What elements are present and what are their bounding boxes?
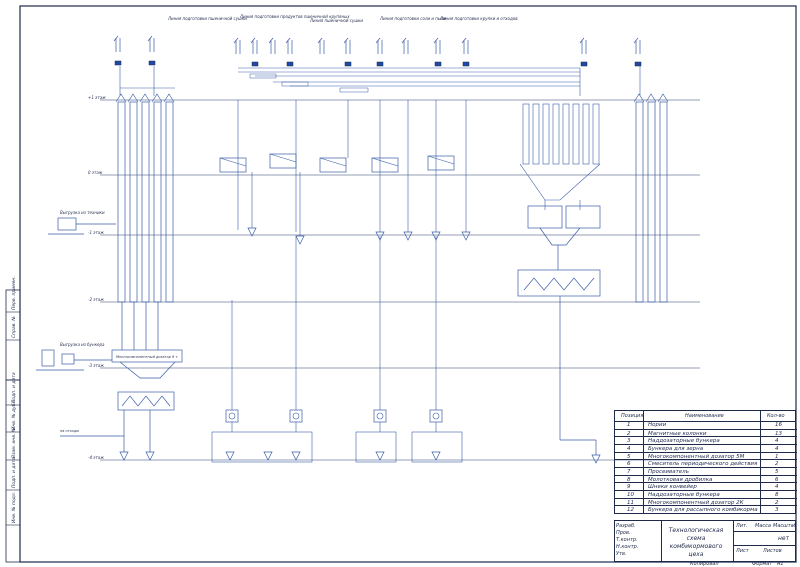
margin-label-2: Подп. и дата	[11, 372, 17, 403]
tb-format: Формат	[752, 561, 773, 567]
note-waste: на отходы	[60, 429, 79, 433]
bin-group-right	[519, 103, 601, 210]
tb-copied: Копировал	[690, 561, 719, 567]
tb-role-2: Т.контр.	[616, 537, 638, 543]
spec-row: 12 Бункера для рассыпного комбикорма 3	[615, 505, 797, 514]
tb-role-4: Утв.	[616, 551, 627, 557]
spec-rows: 1 Нории 16 2 Магнитные колонки 13 3 Наддозаторн…	[615, 421, 797, 514]
tb-role-3: Н.контр.	[616, 544, 639, 550]
tb-scale-value: нет	[778, 535, 790, 542]
floor-label-5: -4 этаж	[88, 455, 104, 460]
note-bin: Выгрузка из бункера	[60, 342, 105, 347]
mixer-6	[517, 269, 601, 464]
margin-label-5: Подп. и дата	[11, 457, 17, 488]
floor-label-1: 0 этаж	[88, 170, 103, 175]
tb-left: Разраб. Пров. Т.контр. Н.контр. Утв.	[614, 520, 662, 562]
spec-name: Нории	[648, 422, 667, 428]
tb-divider	[733, 521, 734, 561]
tb-role-1: Пров.	[616, 530, 631, 536]
doser-11	[527, 205, 601, 270]
line-caption-1: Линия подготовки пшеничной сушки	[167, 16, 247, 21]
tb-divider	[733, 531, 795, 532]
floor-label-2: -1 этаж	[88, 230, 104, 235]
floor-label-4: -3 этаж	[88, 363, 104, 368]
bin-far-right-tops	[633, 93, 669, 103]
note-doser: Многокомпонентный дозатор 9 т	[116, 355, 178, 359]
bin-tops	[115, 93, 175, 103]
bin-group-far-right	[635, 101, 668, 303]
note-truck: Выгрузка из техники	[60, 210, 105, 215]
line-caption-4: Линия подготовки соли и пыли	[379, 16, 447, 21]
spec-header-pos: Позиция	[621, 413, 644, 419]
spec-table: Позиция Наименование Кол-во 1 Нории 16 2 Маг…	[614, 410, 797, 514]
cones	[247, 227, 471, 245]
magnetic-columns	[114, 60, 642, 67]
bottom-cones	[225, 451, 441, 461]
line-caption-5: Линия подготовки крупки и отходов	[439, 16, 518, 21]
floor-label-3: -2 этаж	[88, 297, 104, 302]
floor-lines	[100, 99, 700, 461]
line-caption-3: Линия пшеничной сушки	[309, 18, 363, 23]
margin-label-1: Справ. №	[11, 316, 17, 338]
truck-intake-icon	[48, 217, 116, 235]
left-chain-cones	[119, 451, 155, 461]
tb-sheets: Листов	[763, 548, 782, 554]
dist-box	[339, 87, 369, 93]
margin-label-4: Взам. инв. №	[11, 427, 17, 458]
spec-header-name: Наименование	[685, 413, 724, 419]
grinder-frames	[211, 431, 463, 463]
dist-box	[281, 81, 309, 87]
spec-pos: 12	[627, 507, 634, 514]
conveying-lines	[119, 66, 641, 96]
grinders	[225, 409, 443, 433]
spec-header-qty: Кол-во	[767, 413, 785, 419]
margin-label-0: Перв. примен.	[11, 276, 17, 310]
sieves	[219, 153, 455, 173]
sieve-downpipes	[231, 100, 467, 410]
spec-qty: 3	[775, 507, 779, 514]
tb-lit: Лит.	[736, 523, 748, 529]
spec-row: 1 Нории 16	[615, 421, 797, 429]
margin-label-3: Инв. № дубл.	[11, 399, 17, 430]
spec-name: Бункера для рассыпного комбикорма	[648, 507, 758, 514]
tb-format-value: А1	[777, 561, 784, 567]
margin-label-6: Инв. № подл.	[11, 492, 17, 523]
noria-group	[113, 35, 641, 55]
bin-group-left	[117, 101, 174, 303]
tb-mass: Масса	[755, 523, 771, 529]
tb-scale: Масштаб	[773, 523, 797, 529]
tb-sheet: Лист	[736, 548, 749, 554]
tb-divider	[733, 545, 795, 546]
floor-label-0: +1 этаж	[88, 95, 106, 100]
spec-qty: 16	[775, 422, 782, 428]
tb-title: Технологическая схема комбикормового цех…	[668, 527, 724, 558]
spec-pos: 1	[627, 422, 631, 428]
tb-role-0: Разраб.	[616, 523, 636, 529]
